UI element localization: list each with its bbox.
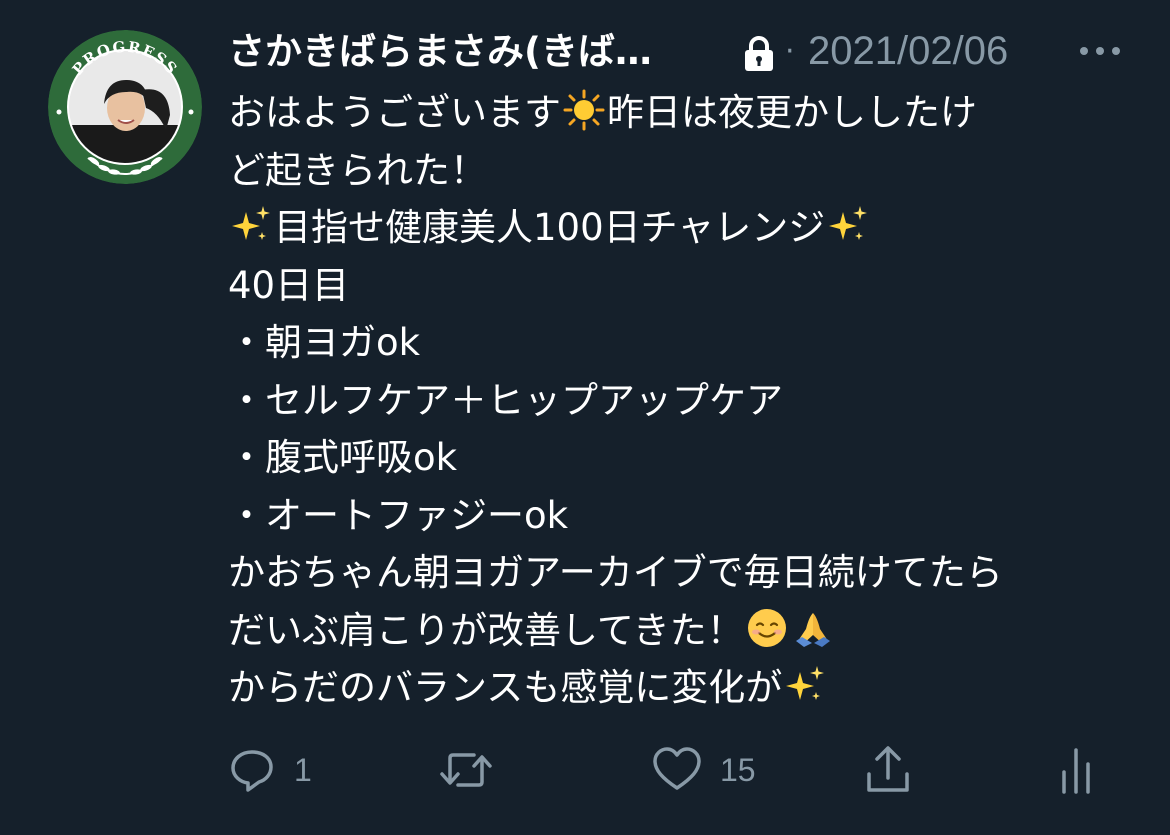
folded-hands-emoji-icon bbox=[795, 612, 830, 647]
tweet-line: おはようございます 昨日は夜更かししたけ bbox=[228, 84, 1128, 142]
separator-dot: · bbox=[785, 34, 795, 69]
display-name[interactable]: さかきばらまさみ(きば… bbox=[228, 28, 718, 76]
share-button[interactable] bbox=[864, 740, 912, 800]
tweet-header: さかきばらまさみ(きば… · 2021/02/06 bbox=[228, 22, 1128, 82]
tweet-line-text: おはようございます bbox=[228, 91, 561, 134]
tweet-line: 40日目 bbox=[228, 257, 1128, 315]
sparkles-emoji-icon bbox=[786, 666, 825, 700]
tweet-line-text: ・腹式呼吸ok bbox=[228, 436, 458, 479]
smiling-face-emoji-icon bbox=[747, 608, 786, 647]
tweet-line-text: ・オートファジーok bbox=[228, 493, 569, 537]
tweet-line-text: ・セルフケア＋ヒップアップケア bbox=[228, 378, 783, 422]
reply-button[interactable]: 1 bbox=[228, 740, 312, 800]
reply-icon bbox=[231, 750, 273, 792]
tweet-line-text: 昨日は夜更かししたけ bbox=[607, 91, 977, 134]
analytics-icon bbox=[1062, 748, 1090, 794]
sun-emoji-icon bbox=[563, 89, 605, 131]
tweet-line: かおちゃん朝ヨガアーカイブで毎日続けてたら bbox=[228, 544, 1128, 602]
like-count: 15 bbox=[720, 751, 756, 788]
timestamp[interactable]: 2021/02/06 bbox=[808, 26, 1008, 76]
tweet-line-text: ど起きられた！ bbox=[228, 148, 487, 192]
more-icon[interactable] bbox=[1078, 42, 1122, 60]
tweet-line: ど起きられた！ bbox=[228, 142, 1128, 200]
analytics-button[interactable] bbox=[1058, 740, 1094, 800]
tweet-line-text: だいぶ肩こりが改善してきた！ bbox=[228, 608, 744, 652]
tweet-line: ・セルフケア＋ヒップアップケア bbox=[228, 372, 1128, 430]
share-icon bbox=[867, 746, 909, 792]
tweet-text: おはようございます 昨日は夜更かししたけ ど起きられた！ 目指せ健康美人100日… bbox=[228, 84, 1128, 717]
tweet-line-text: からだのバランスも感覚に変化が bbox=[228, 666, 783, 709]
tweet-line-text: 40日目 bbox=[228, 263, 350, 307]
sparkles-emoji-icon bbox=[829, 206, 868, 240]
tweet-line: だいぶ肩こりが改善してきた！ bbox=[228, 602, 1128, 660]
sparkles-emoji-icon bbox=[232, 206, 270, 240]
tweet-line: ・腹式呼吸ok bbox=[228, 429, 1128, 487]
retweet-button[interactable] bbox=[438, 740, 512, 800]
tweet-line-text: かおちゃん朝ヨガアーカイブで毎日続けてたら bbox=[228, 551, 1003, 594]
avatar[interactable]: PROGRESS bbox=[48, 30, 202, 184]
retweet-icon bbox=[440, 753, 492, 787]
reply-count: 1 bbox=[294, 751, 312, 788]
tweet-line-text: 目指せ健康美人100日チャレンジ bbox=[274, 206, 826, 249]
tweet-line: ・オートファジーok bbox=[228, 487, 1128, 545]
heart-icon bbox=[653, 747, 701, 790]
tweet-line: からだのバランスも感覚に変化が bbox=[228, 659, 1128, 717]
tweet-line: 目指せ健康美人100日チャレンジ bbox=[228, 199, 1128, 257]
tweet-line-text: ・朝ヨガok bbox=[228, 321, 421, 364]
tweet-line: ・朝ヨガok bbox=[228, 314, 1128, 372]
lock-icon bbox=[745, 36, 773, 71]
like-button[interactable]: 15 bbox=[652, 740, 756, 800]
tweet-actions: 1 15 bbox=[228, 740, 1128, 800]
